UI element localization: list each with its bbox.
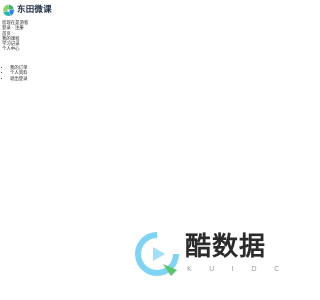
watermark-letter: D xyxy=(251,265,257,273)
watermark-subtitle: K U I D C xyxy=(187,265,279,274)
watermark-letter: C xyxy=(274,265,279,273)
play-logo-icon xyxy=(135,232,179,276)
account-menu: 我的订单 个人资料 退出登录 xyxy=(5,66,28,82)
pinwheel-logo-icon xyxy=(3,4,14,16)
page: 东田微课 您现在是游客 登录 · 注册 首页 我的课程 学习记录 个人中心 我的… xyxy=(0,0,300,300)
watermark-letter: K xyxy=(187,265,192,273)
watermark-letter: U xyxy=(209,265,215,273)
brand-name: 东田微课 xyxy=(17,5,52,15)
watermark: 酷数据 K U I D C xyxy=(133,230,281,278)
top-links: 您现在是游客 登录 · 注册 首页 我的课程 学习记录 个人中心 xyxy=(2,21,28,53)
site-logo[interactable]: 东田微课 xyxy=(2,3,52,17)
user-center-link[interactable]: 个人中心 xyxy=(2,47,28,52)
menu-item-profile[interactable]: 个人资料 xyxy=(10,71,28,76)
watermark-letter: I xyxy=(231,265,234,273)
menu-item-logout[interactable]: 退出登录 xyxy=(10,77,28,82)
watermark-title: 酷数据 xyxy=(185,232,267,262)
